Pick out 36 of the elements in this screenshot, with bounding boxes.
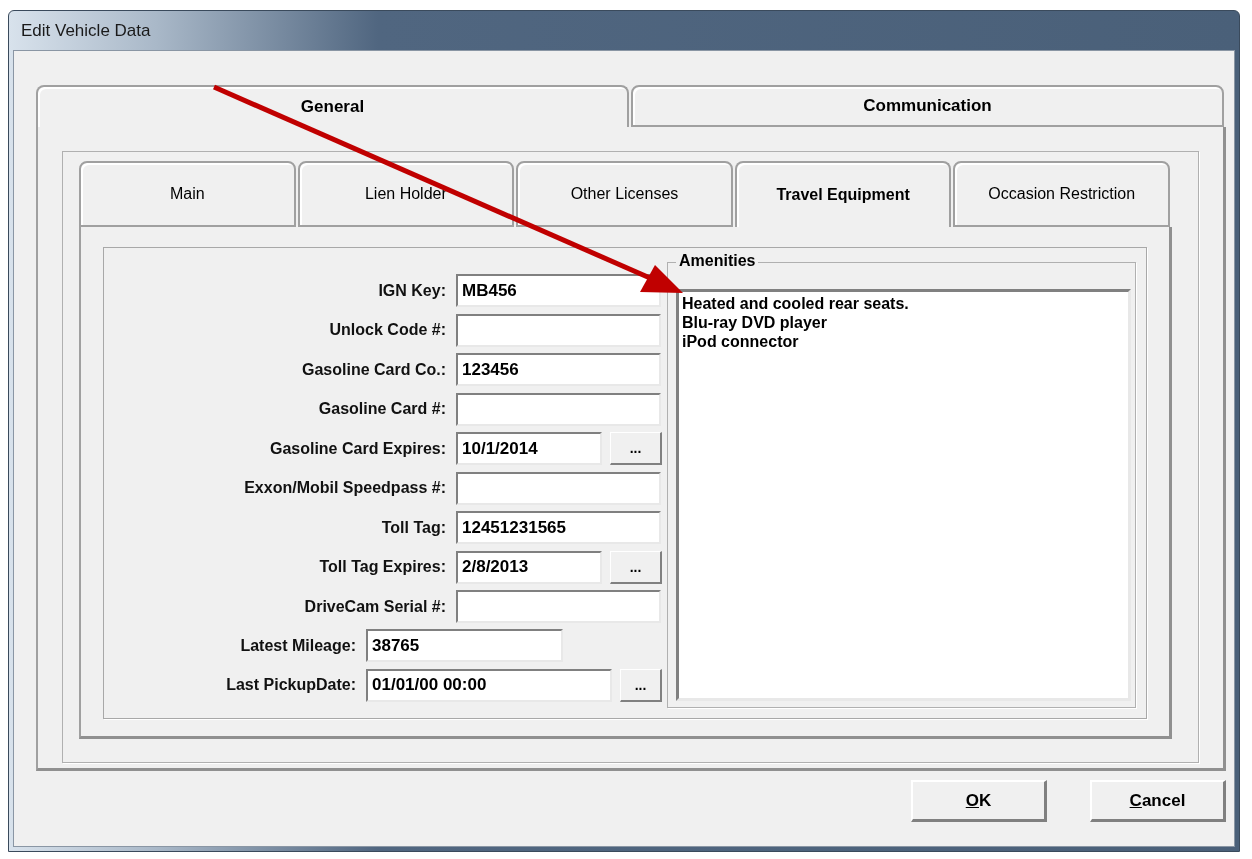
- field-label: Gasoline Card Co.:: [300, 360, 446, 379]
- date-field[interactable]: 10/1/2014: [456, 432, 602, 465]
- field-label: Last PickupDate:: [225, 676, 356, 694]
- field-label: Gasoline Card #:: [317, 400, 446, 418]
- input-field[interactable]: [456, 392, 661, 426]
- tab[interactable]: Lien Holder: [297, 161, 515, 227]
- field-label: IGN Key:: [377, 281, 446, 300]
- field-label: Gasoline Card Expires:: [268, 439, 446, 458]
- date-picker-button[interactable]: ...: [620, 668, 662, 702]
- tab[interactable]: General: [36, 85, 629, 127]
- window-title: Edit Vehicle Data: [21, 20, 151, 41]
- input-field[interactable]: [456, 471, 661, 505]
- date-field[interactable]: 2/8/2013: [456, 550, 602, 584]
- input-field[interactable]: 123456: [456, 353, 661, 386]
- field-label: Unlock Code #:: [328, 321, 446, 339]
- field-label: Exxon/Mobil Speedpass #:: [243, 479, 446, 497]
- input-field[interactable]: 12451231565: [456, 511, 661, 544]
- input-field[interactable]: [456, 313, 661, 347]
- field-label: DriveCam Serial #:: [303, 597, 446, 616]
- amenities-field[interactable]: Heated and cooled rear seats. Blu-ray DVD player iPod connector: [676, 289, 1131, 701]
- dialog-button[interactable]: Cancel: [1090, 780, 1226, 822]
- dialog-button[interactable]: OK: [911, 780, 1047, 822]
- tab[interactable]: Travel Equipment: [734, 161, 952, 227]
- input-field[interactable]: [456, 590, 661, 623]
- input-field[interactable]: MB456: [456, 274, 661, 307]
- date-picker-button[interactable]: ...: [610, 432, 662, 465]
- field-label: Toll Tag:: [380, 518, 446, 537]
- tab[interactable]: Other Licenses: [516, 161, 733, 227]
- tab[interactable]: Main: [79, 161, 296, 227]
- input-field[interactable]: 38765: [366, 629, 563, 662]
- tab[interactable]: Communication: [631, 85, 1224, 127]
- field-label: Latest Mileage:: [239, 636, 356, 655]
- field-label: Toll Tag Expires:: [318, 558, 446, 576]
- date-field[interactable]: 01/01/00 00:00: [366, 668, 612, 702]
- date-picker-button[interactable]: ...: [610, 550, 662, 584]
- tab[interactable]: Occasion Restriction: [953, 161, 1170, 227]
